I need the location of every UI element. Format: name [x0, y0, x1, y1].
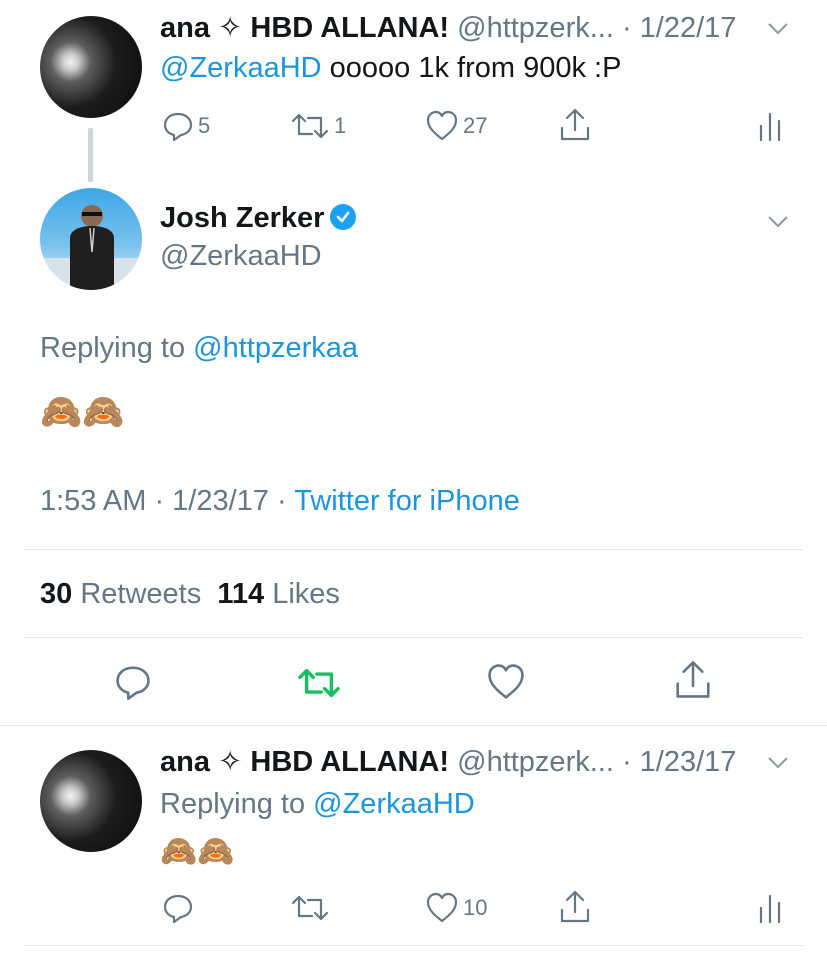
replying-handle[interactable]: @ZerkaaHD — [313, 788, 475, 820]
likes-stat[interactable]: 114 Likes — [217, 578, 340, 610]
share-icon — [560, 108, 590, 141]
tweet-timestamp: 1:53 AM · 1/23/17 · — [40, 485, 287, 517]
share-button[interactable] — [559, 890, 591, 924]
like-total: 114 — [217, 578, 265, 610]
reply-icon — [116, 666, 150, 700]
reply-icon — [163, 112, 193, 142]
retweet-button[interactable] — [290, 892, 330, 924]
reply-button[interactable] — [162, 892, 194, 924]
avatar[interactable] — [40, 750, 142, 852]
heart-icon — [488, 664, 524, 699]
tweet-date[interactable]: · 1/22/17 — [622, 12, 736, 44]
retweet-stat-label: Retweets — [80, 578, 202, 610]
reply-button[interactable] — [114, 663, 152, 701]
share-button[interactable] — [674, 660, 712, 700]
retweet-icon — [291, 113, 329, 139]
verified-badge-icon — [330, 204, 357, 230]
tweet-emojis: 🙈🙈 — [40, 392, 125, 432]
replying-label: Replying to — [40, 332, 186, 364]
avatar[interactable] — [40, 16, 142, 118]
like-button[interactable]: 10 — [425, 892, 487, 924]
retweet-icon — [291, 895, 329, 921]
chevron-down-icon[interactable] — [767, 22, 789, 36]
user-handle[interactable]: @httpzerk... — [457, 746, 614, 778]
avatar[interactable] — [40, 188, 142, 290]
like-count: 10 — [463, 895, 488, 920]
thread-line — [88, 128, 93, 182]
author-name[interactable]: Josh Zerker — [160, 200, 357, 236]
tweet-header: ana ✧ HBD ALLANA! @httpzerk... · 1/22/17 — [160, 10, 736, 46]
user-handle[interactable]: @ZerkaaHD — [160, 238, 322, 274]
replying-to: Replying to @ZerkaaHD — [160, 786, 475, 822]
user-handle[interactable]: @httpzerk... — [457, 12, 614, 44]
retweet-total: 30 — [40, 578, 73, 610]
reply-count: 5 — [198, 113, 211, 138]
engagement-stats: 30 Retweets 114 Likes — [40, 576, 340, 612]
divider — [24, 637, 803, 638]
heart-icon — [426, 892, 458, 923]
tweet-text: @ZerkaaHD ooooo 1k from 900k :P — [160, 50, 621, 86]
analytics-icon — [759, 112, 781, 142]
analytics-button[interactable] — [758, 110, 782, 142]
tweet-emojis: 🙈🙈 — [160, 834, 235, 869]
share-icon — [560, 890, 590, 923]
reply-button[interactable]: 5 — [162, 110, 210, 142]
tweet-date[interactable]: · 1/23/17 — [622, 746, 736, 778]
replying-handle[interactable]: @httpzerkaa — [193, 332, 358, 364]
chevron-down-icon[interactable] — [767, 756, 789, 770]
share-button[interactable] — [559, 108, 591, 142]
display-name[interactable]: ana ✧ HBD ALLANA! — [160, 746, 449, 778]
like-count: 27 — [463, 113, 488, 138]
divider — [0, 725, 827, 726]
chevron-down-icon[interactable] — [767, 215, 789, 229]
divider — [24, 549, 803, 550]
retweet-count: 1 — [334, 113, 347, 138]
share-icon — [676, 661, 710, 698]
analytics-button[interactable] — [758, 892, 782, 924]
like-button[interactable] — [486, 663, 526, 701]
analytics-icon — [759, 894, 781, 924]
tweet-source[interactable]: Twitter for iPhone — [294, 485, 520, 517]
replying-to: Replying to @httpzerkaa — [40, 330, 358, 366]
retweet-button[interactable]: 1 — [290, 110, 346, 142]
tweet-body: ooooo 1k from 900k :P — [329, 52, 622, 84]
profile-photo — [40, 205, 142, 290]
display-name[interactable]: ana ✧ HBD ALLANA! — [160, 12, 449, 44]
mention-link[interactable]: @ZerkaaHD — [160, 52, 322, 84]
like-stat-label: Likes — [272, 578, 340, 610]
tweet-meta: 1:53 AM · 1/23/17 · Twitter for iPhone — [40, 483, 520, 519]
replying-label: Replying to — [160, 788, 306, 820]
divider — [24, 945, 803, 946]
retweet-icon — [298, 668, 340, 698]
reply-icon — [163, 894, 193, 924]
retweets-stat[interactable]: 30 Retweets — [40, 578, 201, 610]
like-button[interactable]: 27 — [425, 110, 487, 142]
retweet-button[interactable] — [296, 665, 342, 701]
display-name: Josh Zerker — [160, 202, 325, 234]
heart-icon — [426, 110, 458, 141]
tweet-header: ana ✧ HBD ALLANA! @httpzerk... · 1/23/17 — [160, 744, 736, 780]
